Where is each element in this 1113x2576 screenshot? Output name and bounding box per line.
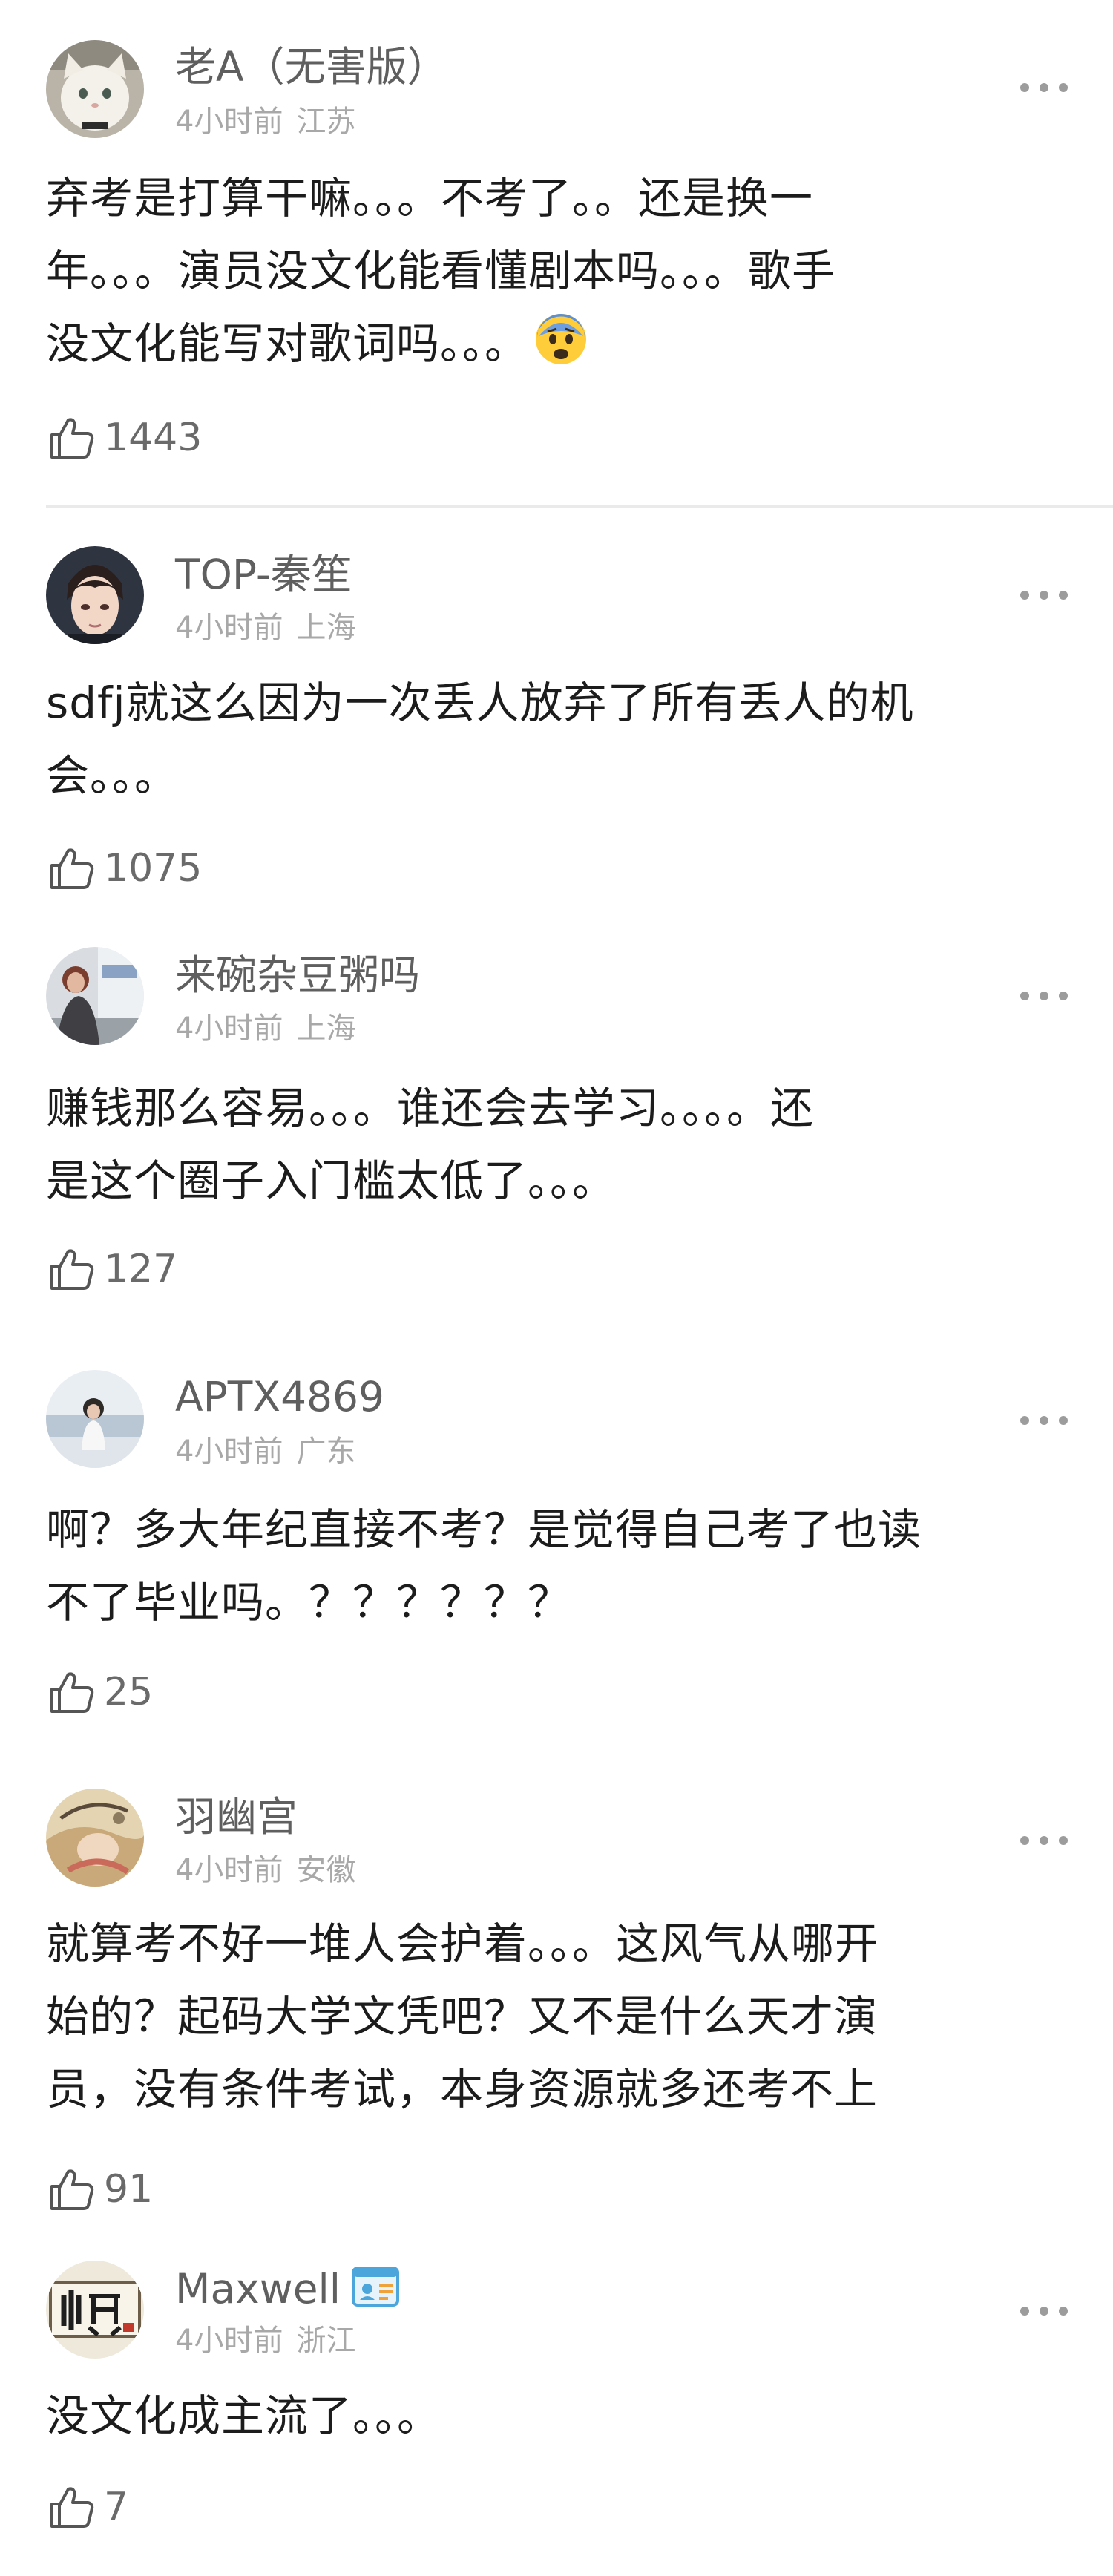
white-cat-avatar-icon <box>46 40 144 138</box>
comment-line: 不了毕业吗。？？？？？？ <box>46 1577 572 1628</box>
like-count: 127 <box>104 1247 178 1291</box>
like-count: 1075 <box>104 846 203 891</box>
like-count: 91 <box>104 2167 154 2212</box>
thumbs-up-icon <box>50 418 94 459</box>
like-button[interactable]: 25 <box>47 1665 153 1719</box>
more-options-icon[interactable] <box>1020 591 1068 601</box>
avatar[interactable] <box>46 1789 144 1887</box>
avatar[interactable] <box>46 1370 144 1468</box>
comment-time: 4小时前 <box>175 105 283 139</box>
comment-text: 没文化成主流了。。。 <box>46 2379 1070 2452</box>
comment-line: 年。。。演员没文化能看懂剧本吗。。。歌手 <box>46 246 836 296</box>
comment-location: 浙江 <box>296 2324 356 2358</box>
girl-sea-avatar-icon <box>46 1370 144 1468</box>
comment-location: 上海 <box>296 1012 356 1046</box>
like-button[interactable]: 1443 <box>47 411 202 465</box>
comment-meta: 4小时前 浙江 <box>175 2323 355 2359</box>
username[interactable]: Maxwell <box>175 2265 400 2313</box>
like-count: 1443 <box>104 416 203 460</box>
comment-text: sdfj就这么因为一次丢人放弃了所有丢人的机 会。。。 <box>46 666 1070 812</box>
comment-item: TOP-秦笙 4小时前 上海 sdfj就这么因为一次丢人放弃了所有丢人的机 会。。… <box>0 508 1113 923</box>
username[interactable]: TOP-秦笙 <box>175 551 352 598</box>
comment-line: sdfj就这么因为一次丢人放弃了所有丢人的机 <box>46 678 914 728</box>
avatar[interactable] <box>46 947 144 1045</box>
like-button[interactable]: 91 <box>47 2163 153 2216</box>
like-count: 25 <box>104 1670 154 1714</box>
comment-time: 4小时前 <box>175 611 283 645</box>
like-button[interactable]: 7 <box>47 2480 128 2534</box>
comment-item: 老A（无害版） 4小时前 江苏 弃考是打算干嘛。。。不考了。。还是换一 年。。。演… <box>0 0 1113 508</box>
comment-time: 4小时前 <box>175 1012 283 1046</box>
comment-line: 没文化能写对歌词吗。。。 <box>46 307 1070 380</box>
comment-line: 始的？起码大学文凭吧？又不是什么天才演 <box>46 1991 879 2042</box>
more-options-icon[interactable] <box>1020 1836 1068 1846</box>
thumbs-up-icon <box>50 848 94 889</box>
anime-man-avatar-icon <box>46 546 144 644</box>
comment-item: 来碗杂豆粥吗 4小时前 上海 赚钱那么容易。。。谁还会去学习。。。。还 是这个圈子… <box>0 923 1113 1339</box>
person-photo-avatar-icon <box>46 947 144 1045</box>
comment-location: 江苏 <box>296 105 356 139</box>
comment-meta: 4小时前 上海 <box>175 610 355 646</box>
avatar[interactable] <box>46 2261 144 2359</box>
comment-line: 就算考不好一堆人会护着。。。这风气从哪开 <box>46 1918 879 1969</box>
username-text: Maxwell <box>175 2265 341 2313</box>
comment-item: APTX4869 4小时前 广东 啊？多大年纪直接不考？是觉得自己考了也读 不了毕… <box>0 1346 1113 1762</box>
username[interactable]: 羽幽宫 <box>175 1793 298 1841</box>
like-count: 7 <box>104 2485 129 2529</box>
thumbs-up-icon <box>50 1249 94 1290</box>
comment-meta: 4小时前 安徽 <box>175 1852 355 1888</box>
comment-line: 是这个圈子入门槛太低了。。。 <box>46 1156 617 1206</box>
thumbs-up-icon <box>50 2169 94 2210</box>
username[interactable]: 来碗杂豆粥吗 <box>175 951 420 999</box>
comment-text: 赚钱那么容易。。。谁还会去学习。。。。还 是这个圈子入门槛太低了。。。 <box>46 1072 1070 1217</box>
illustration-avatar-icon <box>46 1789 144 1887</box>
comment-item: Maxwell 4小时前 浙江 没文化成主流了。。。 7 <box>0 2252 1113 2576</box>
more-options-icon[interactable] <box>1020 83 1068 94</box>
username[interactable]: 老A（无害版） <box>175 43 448 91</box>
calligraphy-avatar-icon <box>46 2261 144 2359</box>
avatar[interactable] <box>46 546 144 644</box>
comment-time: 4小时前 <box>175 1853 283 1887</box>
comment-item: 羽幽宫 4小时前 安徽 就算考不好一堆人会护着。。。这风气从哪开 始的？起码大学文… <box>0 1769 1113 2252</box>
comment-line: 赚钱那么容易。。。谁还会去学习。。。。还 <box>46 1083 815 1133</box>
fearful-face-emoji-icon <box>536 314 587 364</box>
comment-location: 广东 <box>296 1435 356 1469</box>
comment-line: 啊？多大年纪直接不考？是觉得自己考了也读 <box>46 1504 922 1555</box>
more-options-icon[interactable] <box>1020 1416 1068 1426</box>
thumbs-up-icon <box>50 2487 94 2528</box>
more-options-icon[interactable] <box>1020 2307 1068 2317</box>
comment-text: 就算考不好一堆人会护着。。。这风气从哪开 始的？起码大学文凭吧？又不是什么天才演… <box>46 1907 1070 2126</box>
comment-line: 弃考是打算干嘛。。。不考了。。还是换一 <box>46 173 814 223</box>
comment-line: 员，没有条件考试，本身资源就多还考不上 <box>46 2064 879 2114</box>
id-card-badge-icon <box>352 2267 400 2307</box>
comment-line: 会。。。 <box>46 750 179 801</box>
comment-meta: 4小时前 上海 <box>175 1011 355 1046</box>
comment-meta: 4小时前 广东 <box>175 1434 355 1469</box>
username[interactable]: APTX4869 <box>175 1373 384 1420</box>
avatar[interactable] <box>46 40 144 138</box>
comment-meta: 4小时前 江苏 <box>175 104 355 140</box>
like-button[interactable]: 1075 <box>47 842 202 895</box>
thumbs-up-icon <box>50 1672 94 1713</box>
comment-time: 4小时前 <box>175 1435 283 1469</box>
comment-time: 4小时前 <box>175 2324 283 2358</box>
comment-text: 弃考是打算干嘛。。。不考了。。还是换一 年。。。演员没文化能看懂剧本吗。。。歌手… <box>46 162 1070 380</box>
comment-location: 安徽 <box>296 1853 356 1887</box>
comment-text: 啊？多大年纪直接不考？是觉得自己考了也读 不了毕业吗。？？？？？？ <box>46 1493 1070 1639</box>
more-options-icon[interactable] <box>1020 992 1068 1002</box>
comment-location: 上海 <box>296 611 356 645</box>
comment-line: 没文化成主流了。。。 <box>46 2390 441 2441</box>
like-button[interactable]: 127 <box>47 1242 177 1296</box>
